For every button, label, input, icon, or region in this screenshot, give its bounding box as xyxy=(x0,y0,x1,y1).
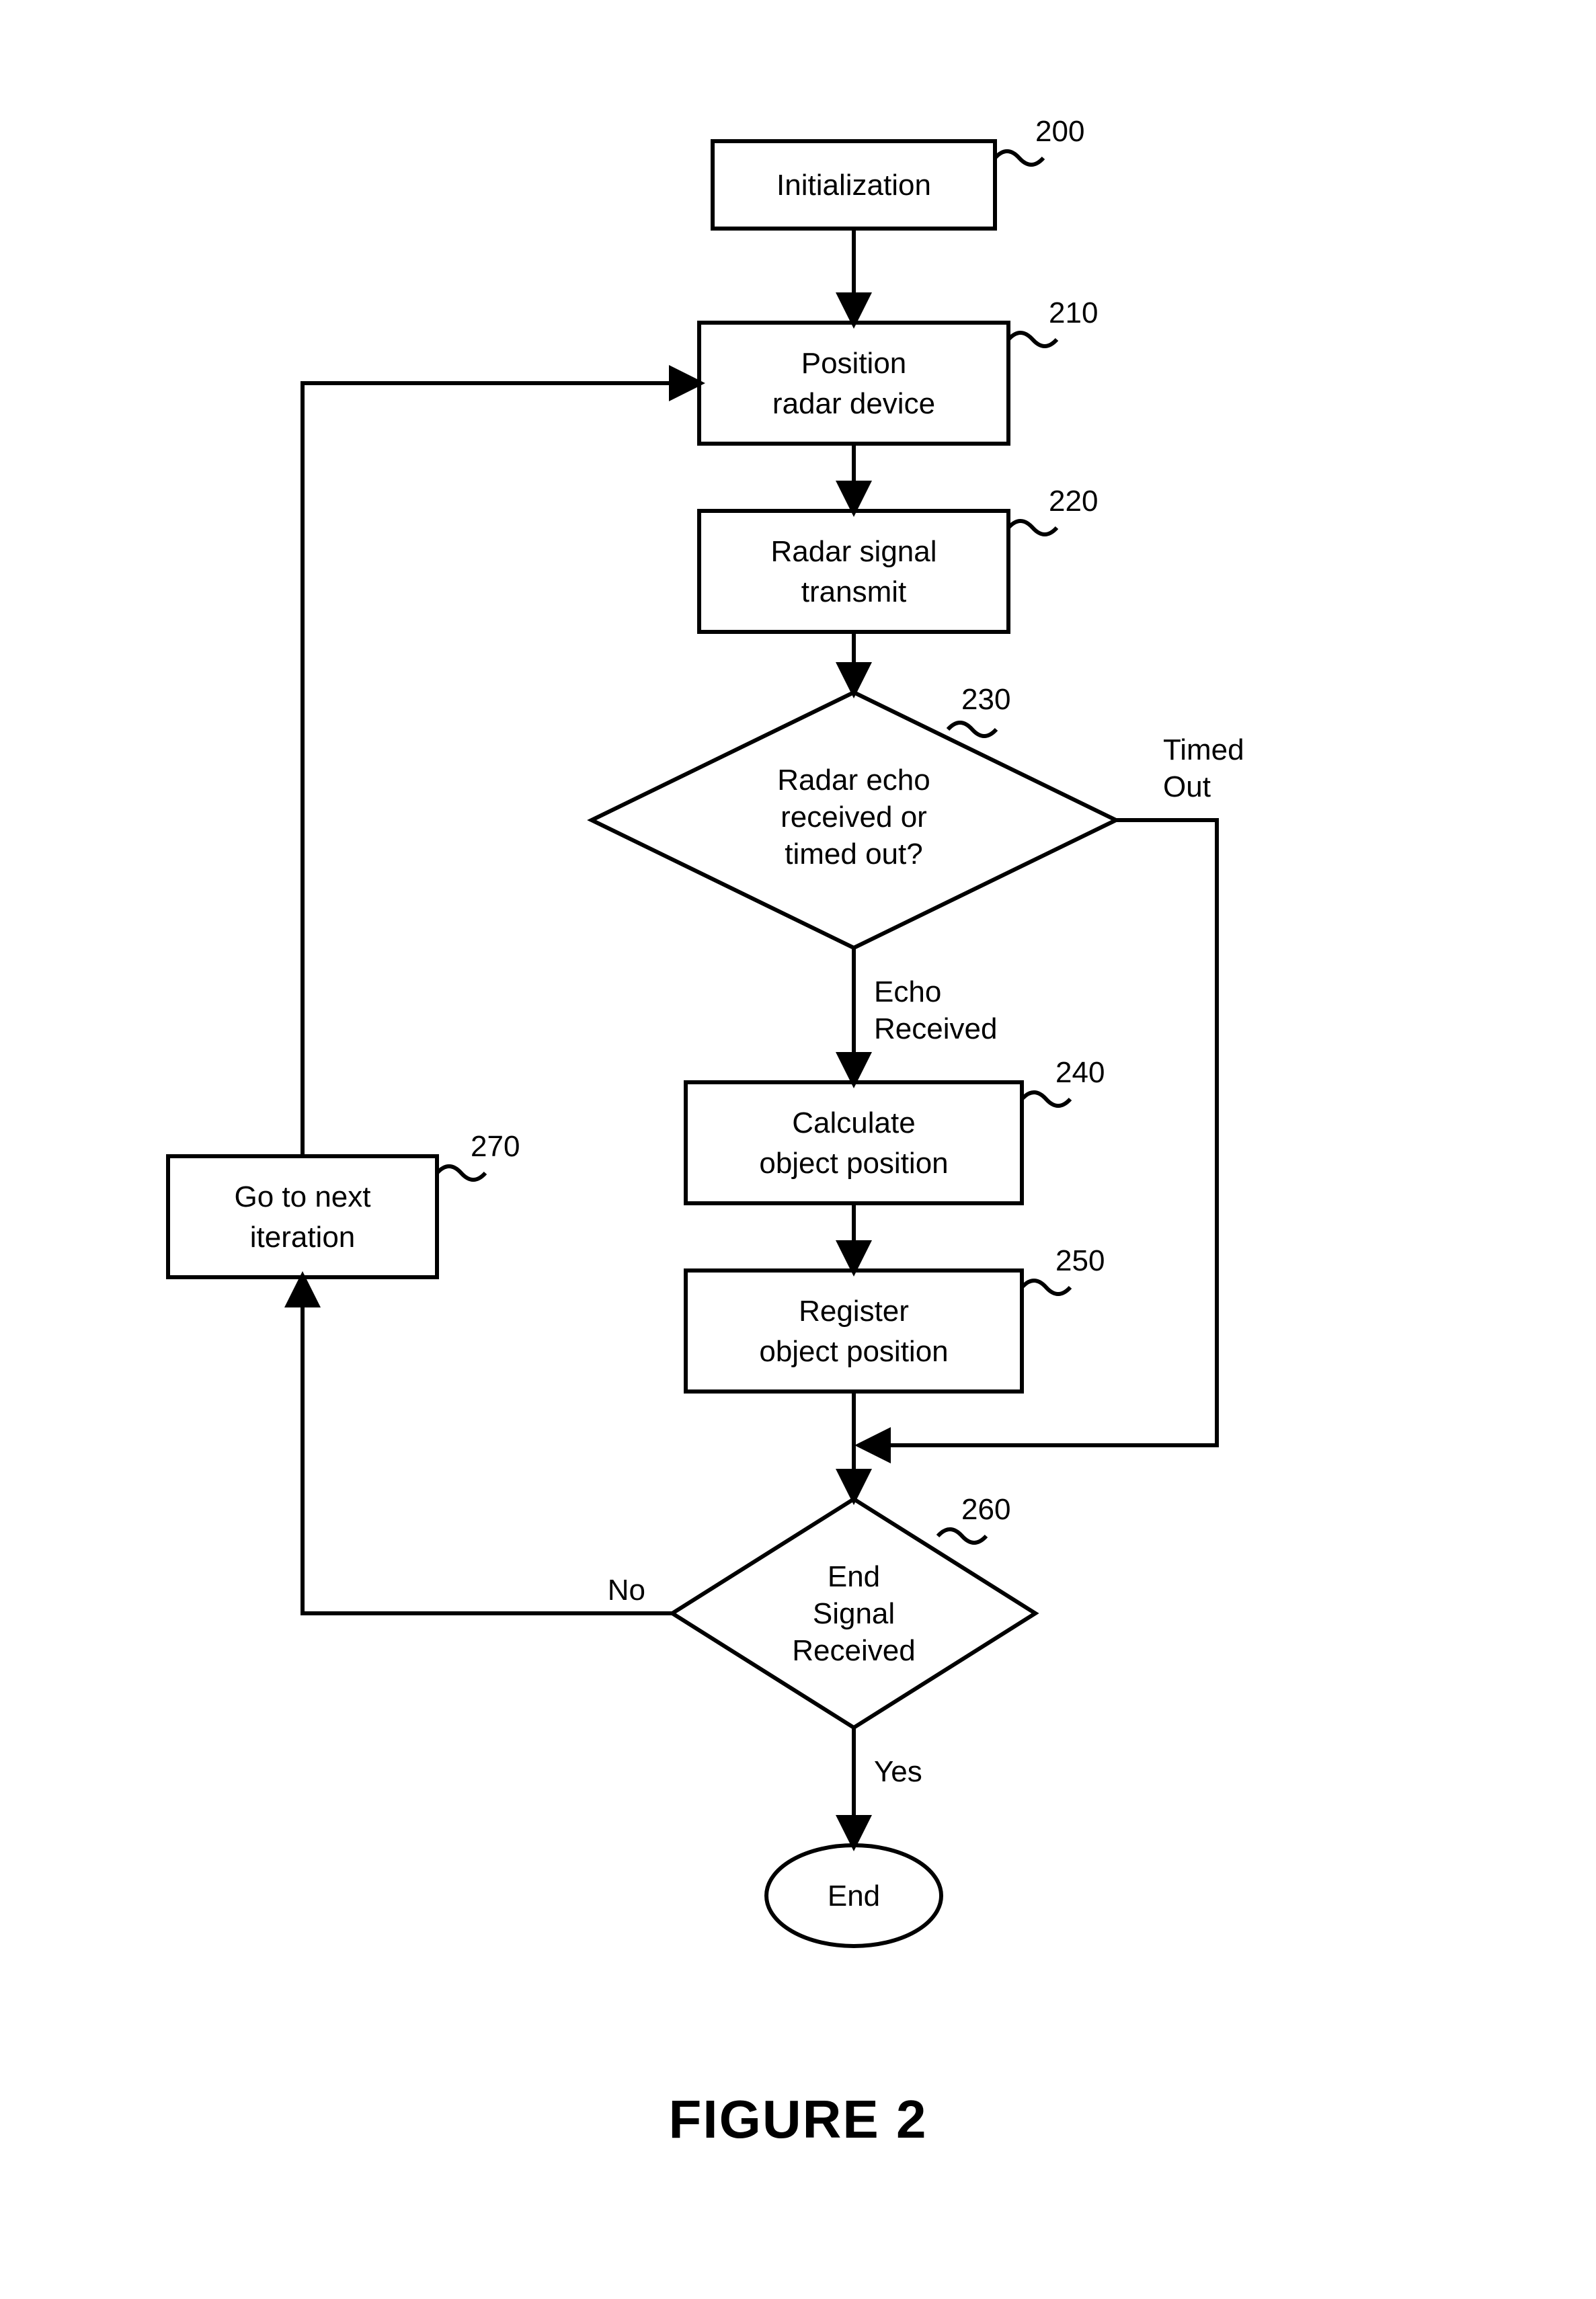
node-initialization-line1: Initialization xyxy=(776,169,931,202)
edge-enddecision-no xyxy=(303,1277,672,1613)
node-echo-decision: Radar echo received or timed out? xyxy=(592,692,1116,948)
label-yes: Yes xyxy=(874,1755,922,1788)
edge-next-to-position xyxy=(303,383,699,1156)
node-end-label: End xyxy=(828,1880,880,1912)
node-calculate-position: Calculate object position xyxy=(686,1082,1022,1203)
label-echo-received-line2: Received xyxy=(874,1012,997,1045)
label-echo-received-line1: Echo xyxy=(874,975,941,1008)
node-next-iteration-line1: Go to next xyxy=(234,1180,370,1213)
node-register-position-line2: object position xyxy=(759,1335,948,1368)
node-calculate-position-line1: Calculate xyxy=(792,1106,915,1139)
node-end-decision-line2: Signal xyxy=(813,1597,895,1630)
ref-240: 240 xyxy=(1055,1056,1105,1089)
node-radar-transmit-line1: Radar signal xyxy=(770,535,936,568)
node-echo-decision-line1: Radar echo xyxy=(777,764,930,797)
node-next-iteration-line2: iteration xyxy=(250,1221,356,1254)
node-position-radar-line2: radar device xyxy=(772,387,935,420)
node-initialization: Initialization xyxy=(713,141,995,229)
figure-title: FIGURE 2 xyxy=(669,2089,928,2149)
node-echo-decision-line3: timed out? xyxy=(785,838,922,871)
node-end-decision: End Signal Received xyxy=(672,1499,1035,1728)
node-position-radar: Position radar device xyxy=(699,323,1008,444)
node-end: End xyxy=(766,1845,941,1946)
ref-200: 200 xyxy=(1035,115,1084,148)
ref-220: 220 xyxy=(1049,485,1098,518)
ref-210: 210 xyxy=(1049,296,1098,329)
node-end-decision-line1: End xyxy=(828,1560,880,1593)
node-end-decision-line3: Received xyxy=(792,1634,915,1667)
ref-260: 260 xyxy=(961,1493,1010,1526)
node-calculate-position-line2: object position xyxy=(759,1147,948,1180)
label-no: No xyxy=(608,1574,645,1607)
ref-230: 230 xyxy=(961,683,1010,716)
ref-270: 270 xyxy=(471,1130,520,1163)
node-register-position: Register object position xyxy=(686,1270,1022,1392)
node-echo-decision-line2: received or xyxy=(781,801,927,834)
node-radar-transmit: Radar signal transmit xyxy=(699,511,1008,632)
label-timed-out-line2: Out xyxy=(1163,770,1211,803)
node-radar-transmit-line2: transmit xyxy=(801,575,906,608)
ref-250: 250 xyxy=(1055,1244,1105,1277)
label-timed-out-line1: Timed xyxy=(1163,733,1244,766)
node-position-radar-line1: Position xyxy=(801,347,907,380)
node-next-iteration: Go to next iteration xyxy=(168,1156,437,1277)
node-register-position-line1: Register xyxy=(799,1295,909,1328)
